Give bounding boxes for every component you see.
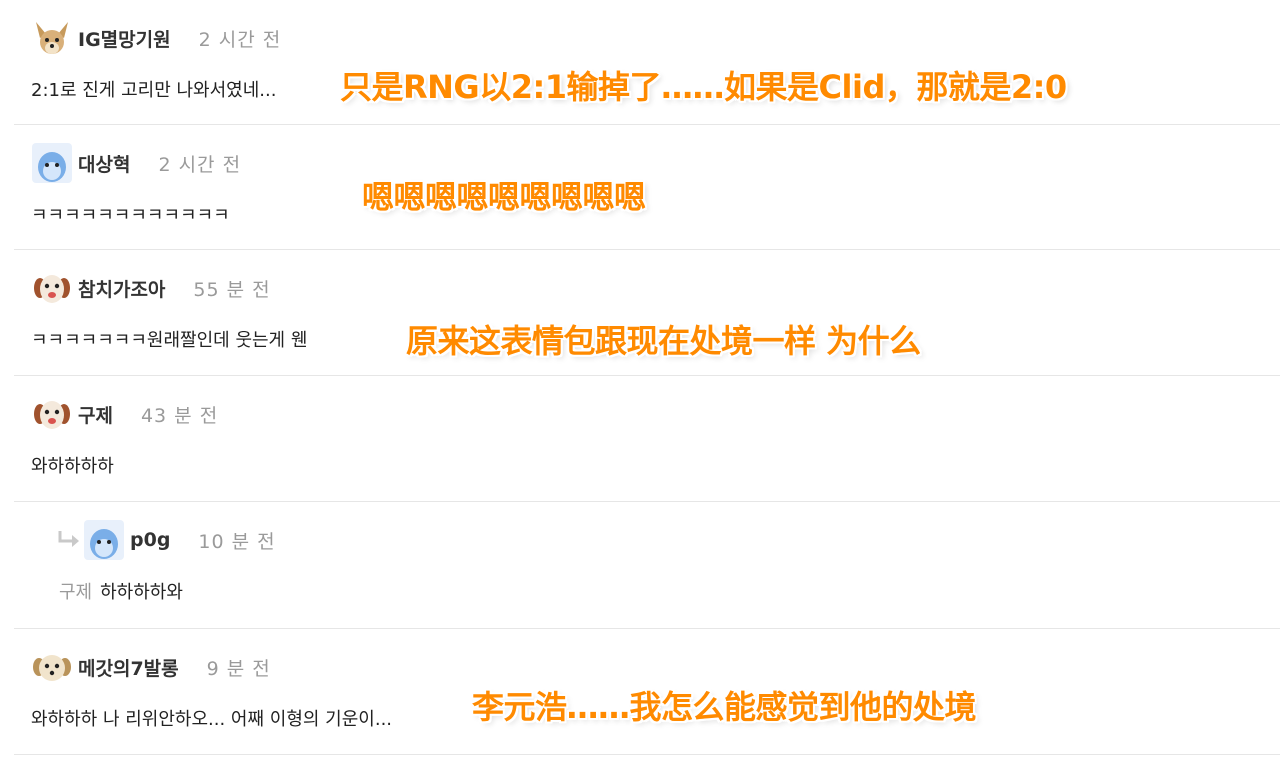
- puppy-avatar-icon[interactable]: [32, 394, 72, 434]
- comment-text: ㅋㅋㅋㅋㅋㅋㅋㅋㅋㅋㅋㅋ: [31, 205, 230, 226]
- comment-text: ㅋㅋㅋㅋㅋㅋㅋ원래짤인데 웃는게 웬: [31, 330, 308, 351]
- timestamp: 55 분 전: [193, 278, 271, 301]
- reply-body: 하하하하와: [100, 582, 183, 603]
- comment-text: 2:1로 진게 고리만 나와서였네...: [31, 80, 277, 101]
- nickname[interactable]: 구제: [78, 401, 113, 428]
- timestamp: 2 시간 전: [158, 153, 242, 176]
- blue-creature-avatar-icon[interactable]: [32, 143, 72, 183]
- nickname[interactable]: 메갓의7발롱: [78, 654, 179, 681]
- puppy-avatar-icon[interactable]: [32, 268, 72, 308]
- comment-item: 구제 43 분 전 와하하하하: [14, 376, 1280, 502]
- timestamp: 9 분 전: [206, 657, 271, 680]
- reply-arrow-icon: [58, 531, 79, 547]
- timestamp: 43 분 전: [140, 404, 219, 427]
- timestamp: 10 분 전: [198, 530, 276, 553]
- comment-text: 구제 하하하하와: [59, 578, 183, 604]
- puppy-avatar-icon[interactable]: [32, 647, 72, 687]
- comment-item: 대상혁 2 시간 전 ㅋㅋㅋㅋㅋㅋㅋㅋㅋㅋㅋㅋ: [14, 125, 1280, 250]
- comment-text: 와하하하 나 리위안하오... 어째 이형의 기운이...: [31, 709, 393, 730]
- reply-mention[interactable]: 구제: [59, 582, 92, 603]
- nickname[interactable]: p0g: [130, 529, 170, 551]
- translation-overlay: 李元浩……我怎么能感觉到他的处境: [472, 688, 977, 726]
- translation-overlay: 嗯嗯嗯嗯嗯嗯嗯嗯嗯: [362, 178, 646, 216]
- translation-overlay: 原来这表情包跟现在处境一样 为什么: [406, 322, 921, 360]
- nickname[interactable]: 대상혁: [78, 150, 130, 177]
- comment-text: 와하하하하: [31, 456, 114, 477]
- nickname[interactable]: 참치가조아: [78, 275, 165, 302]
- dog-avatar-icon[interactable]: [32, 18, 72, 58]
- reply-item: p0g 10 분 전 구제 하하하하와: [14, 502, 1280, 629]
- timestamp: 2 시간 전: [198, 28, 282, 51]
- nickname[interactable]: IG멸망기원: [78, 25, 171, 52]
- translation-overlay: 只是RNG以2:1输掉了……如果是Clid，那就是2:0: [340, 68, 1067, 106]
- blue-creature-avatar-icon[interactable]: [84, 520, 124, 560]
